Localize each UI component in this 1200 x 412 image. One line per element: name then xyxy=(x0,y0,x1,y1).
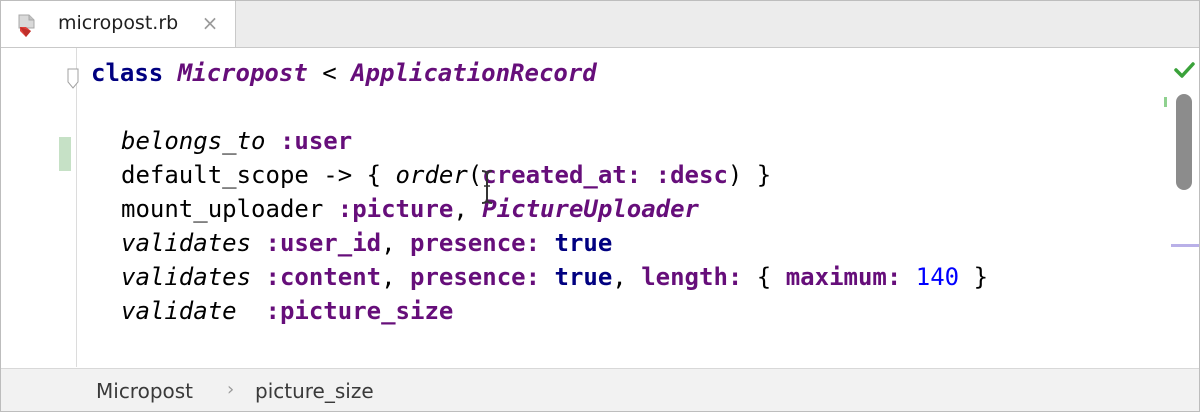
base-class: ApplicationRecord xyxy=(351,59,597,87)
chevron-right-icon: › xyxy=(227,379,235,400)
code-text: default_scope -> { xyxy=(121,161,396,189)
code-text: , xyxy=(381,229,410,257)
text-cursor-icon xyxy=(479,169,495,205)
number-literal: 140 xyxy=(915,263,960,291)
change-stripe-marker[interactable] xyxy=(1164,97,1167,107)
breadcrumb-item-class[interactable]: Micropost xyxy=(96,379,193,403)
class-name: Micropost xyxy=(177,59,308,87)
hash-key: presence: xyxy=(410,229,541,257)
code-text: { xyxy=(742,263,786,291)
code-text: , xyxy=(453,195,483,223)
code-line-5: mount_uploader :picture, PictureUploader xyxy=(121,192,699,226)
code-editor[interactable]: class Micropost < ApplicationRecord belo… xyxy=(1,48,1161,367)
keyword: class xyxy=(91,59,164,87)
method-call: validates xyxy=(121,229,252,257)
check-icon[interactable] xyxy=(1173,59,1195,81)
code-line-7: validates :content, presence: true, leng… xyxy=(121,260,988,294)
tab-title: micropost.rb xyxy=(58,12,179,34)
breadcrumb: Micropost › picture_size xyxy=(1,368,1199,411)
hash-key: length: xyxy=(641,263,743,291)
tab-micropost[interactable]: micropost.rb × xyxy=(1,1,236,47)
method-call: belongs_to xyxy=(121,127,266,155)
class-name: PictureUploader xyxy=(482,195,699,223)
symbol: :user xyxy=(265,127,353,155)
error-stripe-marker[interactable] xyxy=(1171,244,1199,247)
boolean-literal: true xyxy=(554,229,613,257)
code-text: mount_uploader xyxy=(121,195,338,223)
breadcrumb-item-method[interactable]: picture_size xyxy=(255,379,374,403)
ruby-file-icon xyxy=(17,14,39,38)
method-call: order xyxy=(395,161,468,189)
code-text: , xyxy=(381,263,410,291)
code-text: } xyxy=(959,263,989,291)
code-text: , xyxy=(612,263,642,291)
symbol: :user_id xyxy=(251,229,382,257)
vertical-scrollbar-thumb[interactable] xyxy=(1176,94,1192,190)
boolean-literal: true xyxy=(554,263,613,291)
code-line-4: default_scope -> { order(created_at: :de… xyxy=(121,158,771,192)
code-line-3: belongs_to :user xyxy=(121,124,352,158)
tab-bar: micropost.rb × xyxy=(1,1,1199,48)
method-call: validates xyxy=(121,263,252,291)
editor-window: micropost.rb × class Micropost < Applica… xyxy=(0,0,1200,412)
hash-key: presence: xyxy=(410,263,541,291)
symbol: :content xyxy=(251,263,382,291)
code-line-1: class Micropost < ApplicationRecord xyxy=(91,56,597,90)
hash-key: maximum: xyxy=(785,263,902,291)
operator: < xyxy=(307,59,352,87)
method-call: validate xyxy=(121,297,237,325)
close-icon[interactable]: × xyxy=(199,11,221,35)
code-line-8: validate :picture_size xyxy=(121,294,453,328)
hash-key: created_at: xyxy=(482,161,642,189)
code-line-6: validates :user_id, presence: true xyxy=(121,226,612,260)
symbol: :picture_size xyxy=(265,297,454,325)
code-text: ) } xyxy=(727,161,772,189)
symbol: :picture xyxy=(337,195,454,223)
symbol: :desc xyxy=(655,161,728,189)
